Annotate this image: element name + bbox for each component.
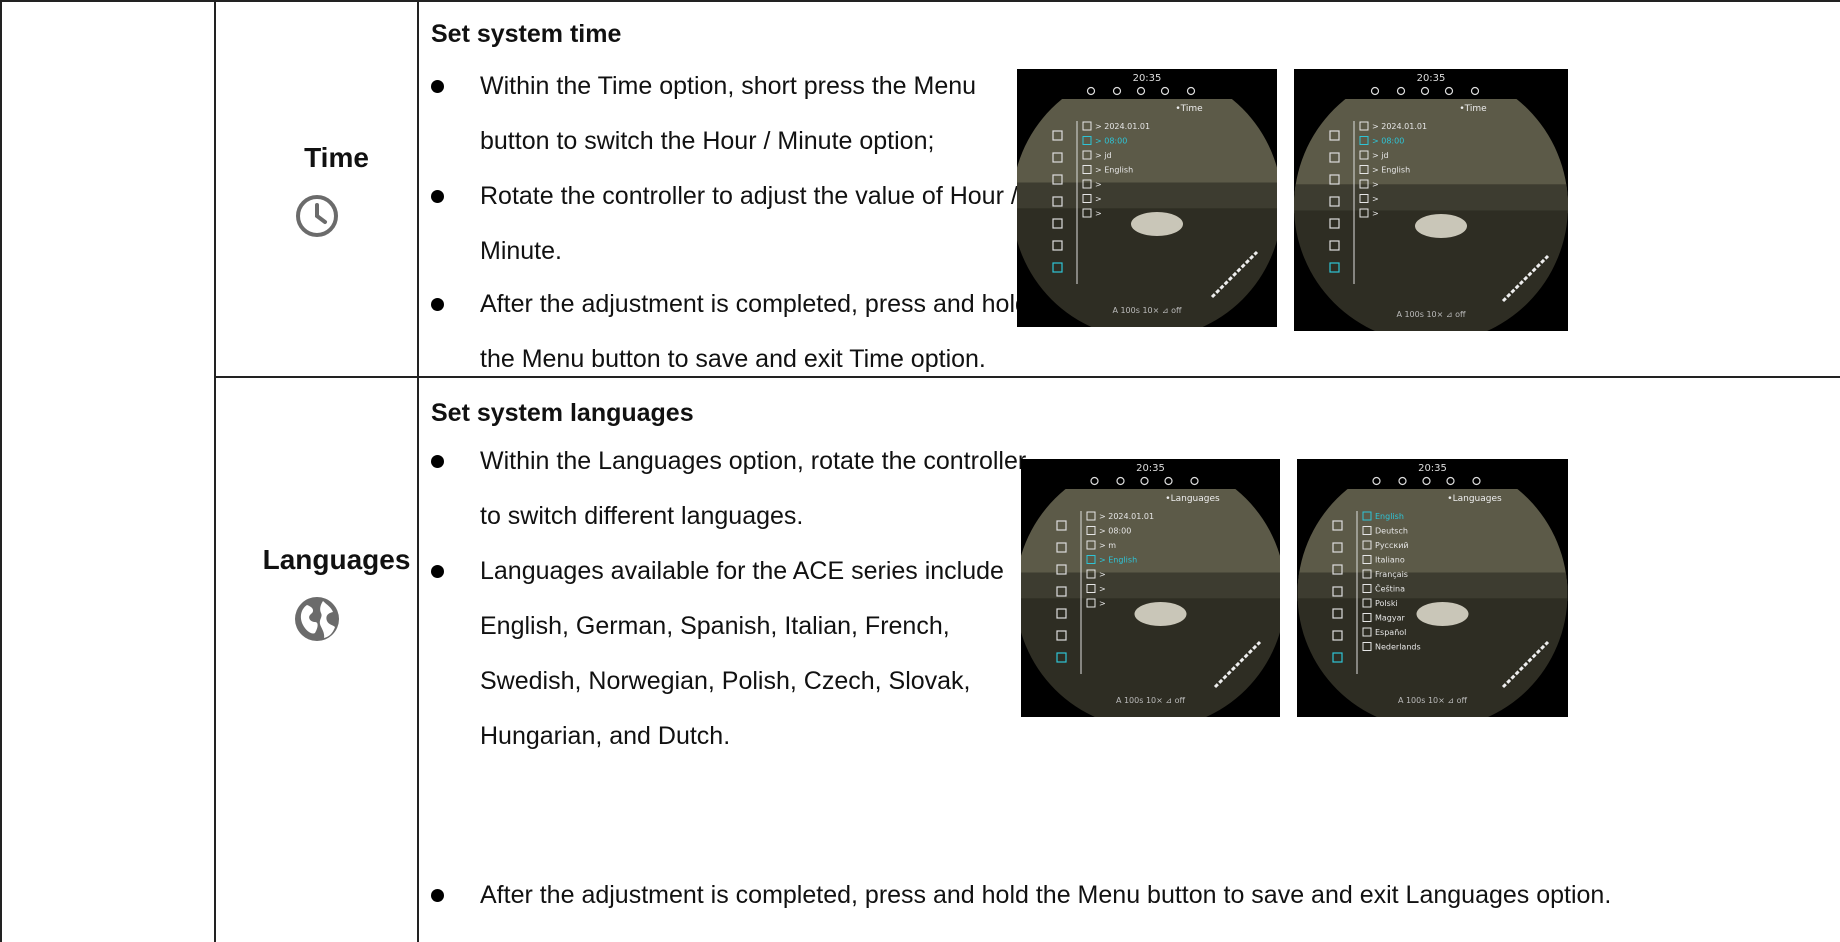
menu-item-label: > (1099, 599, 1106, 608)
section-heading-time: Set system time (431, 20, 622, 48)
menu-item-label: > (1095, 195, 1102, 204)
menu-item-label: > (1095, 209, 1102, 218)
section-name-languages: Languages (262, 544, 411, 575)
menu-item-label: > English (1099, 556, 1137, 565)
menu-item-label: > (1099, 585, 1106, 594)
screen-clock: 20:35 (1417, 73, 1446, 84)
menu-item-label: Français (1375, 570, 1408, 579)
section-heading-languages: Set system languages (431, 399, 694, 427)
menu-item-label: Español (1375, 628, 1406, 637)
menu-item-label: > 2024.01.01 (1372, 122, 1427, 131)
menu-item-label: > m (1099, 541, 1116, 550)
table-border-top (0, 0, 1840, 2)
bullet-dot (431, 565, 444, 578)
bullet-text: Languages available for the ACE series i… (480, 557, 1004, 750)
boar-silhouette (1134, 602, 1187, 626)
menu-item-label: > (1372, 180, 1379, 189)
menu-item-label: > jd (1095, 151, 1112, 160)
screen-clock: 20:35 (1418, 463, 1447, 474)
menu-item-label: > (1095, 180, 1102, 189)
bullet-text: Rotate the controller to adjust the valu… (480, 182, 1018, 265)
screen-menu-title: •Time (1175, 104, 1203, 114)
device-screenshot: 20:35 •Languages > 2024.01.01 > 08:00 > m > E… (1021, 459, 1280, 717)
screen-clock: 20:35 (1133, 73, 1162, 84)
menu-item-label: Magyar (1375, 614, 1406, 623)
screen-menu-title: •Time (1459, 104, 1487, 114)
menu-item-label: > jd (1372, 151, 1389, 160)
bullet-text: After the adjustment is completed, press… (480, 881, 1612, 909)
menu-item-label: > English (1372, 166, 1410, 175)
menu-item-label: Deutsch (1375, 527, 1408, 536)
menu-item-label: Italiano (1375, 556, 1405, 565)
device-screenshot: 20:35 •Time > 2024.01.01 > 08:00 > jd > Engli… (1294, 69, 1568, 331)
menu-item-label: English (1375, 512, 1404, 521)
menu-item-label: Čeština (1375, 583, 1405, 594)
bullet-dot (431, 298, 444, 311)
clock-icon (294, 193, 340, 244)
bullet-text: Within the Languages option, rotate the … (480, 447, 1027, 530)
menu-item-label: > 2024.01.01 (1095, 122, 1150, 131)
menu-item-label: > English (1095, 166, 1133, 175)
device-screenshot: 20:35 •Languages English Deutsch Русский Ital… (1297, 459, 1568, 717)
globe-icon (293, 595, 341, 648)
table-border-left (0, 0, 2, 942)
screen-footer: A 100s 10× ⊿ off (1116, 696, 1186, 705)
screen-menu-title: •Languages (1165, 494, 1220, 504)
bullet-dot (431, 80, 444, 93)
screen-menu-title: •Languages (1447, 494, 1502, 504)
boar-silhouette (1131, 212, 1183, 236)
screen-footer: A 100s 10× ⊿ off (1396, 310, 1466, 319)
boar-silhouette (1415, 214, 1467, 238)
bullet-text: Within the Time option, short press the … (480, 72, 977, 155)
menu-item-label: > 2024.01.01 (1099, 512, 1154, 521)
menu-item-label: > 08:00 (1099, 527, 1131, 536)
bullet-dot (431, 190, 444, 203)
menu-item-label: Polski (1375, 599, 1398, 608)
screen-footer: A 100s 10× ⊿ off (1112, 306, 1182, 315)
section-name-time: Time (304, 142, 369, 173)
bullet-text: After the adjustment is completed, press… (480, 290, 1029, 373)
bullet-dot (431, 455, 444, 468)
menu-item-label: > 08:00 (1095, 137, 1127, 146)
menu-item-label: > (1372, 195, 1379, 204)
menu-item-label: > 08:00 (1372, 137, 1404, 146)
device-screenshot: 20:35 •Time > 2024.01.01 > 08:00 > jd > Engli… (1017, 69, 1277, 327)
menu-item-label: > (1099, 570, 1106, 579)
boar-silhouette (1416, 602, 1469, 626)
screen-footer: A 100s 10× ⊿ off (1398, 696, 1468, 705)
menu-item-label: > (1372, 209, 1379, 218)
screen-clock: 20:35 (1136, 463, 1165, 474)
row-divider (214, 376, 1840, 378)
menu-item-label: Nederlands (1375, 643, 1421, 652)
bullet-dot (431, 889, 444, 902)
menu-item-label: Русский (1375, 541, 1409, 550)
